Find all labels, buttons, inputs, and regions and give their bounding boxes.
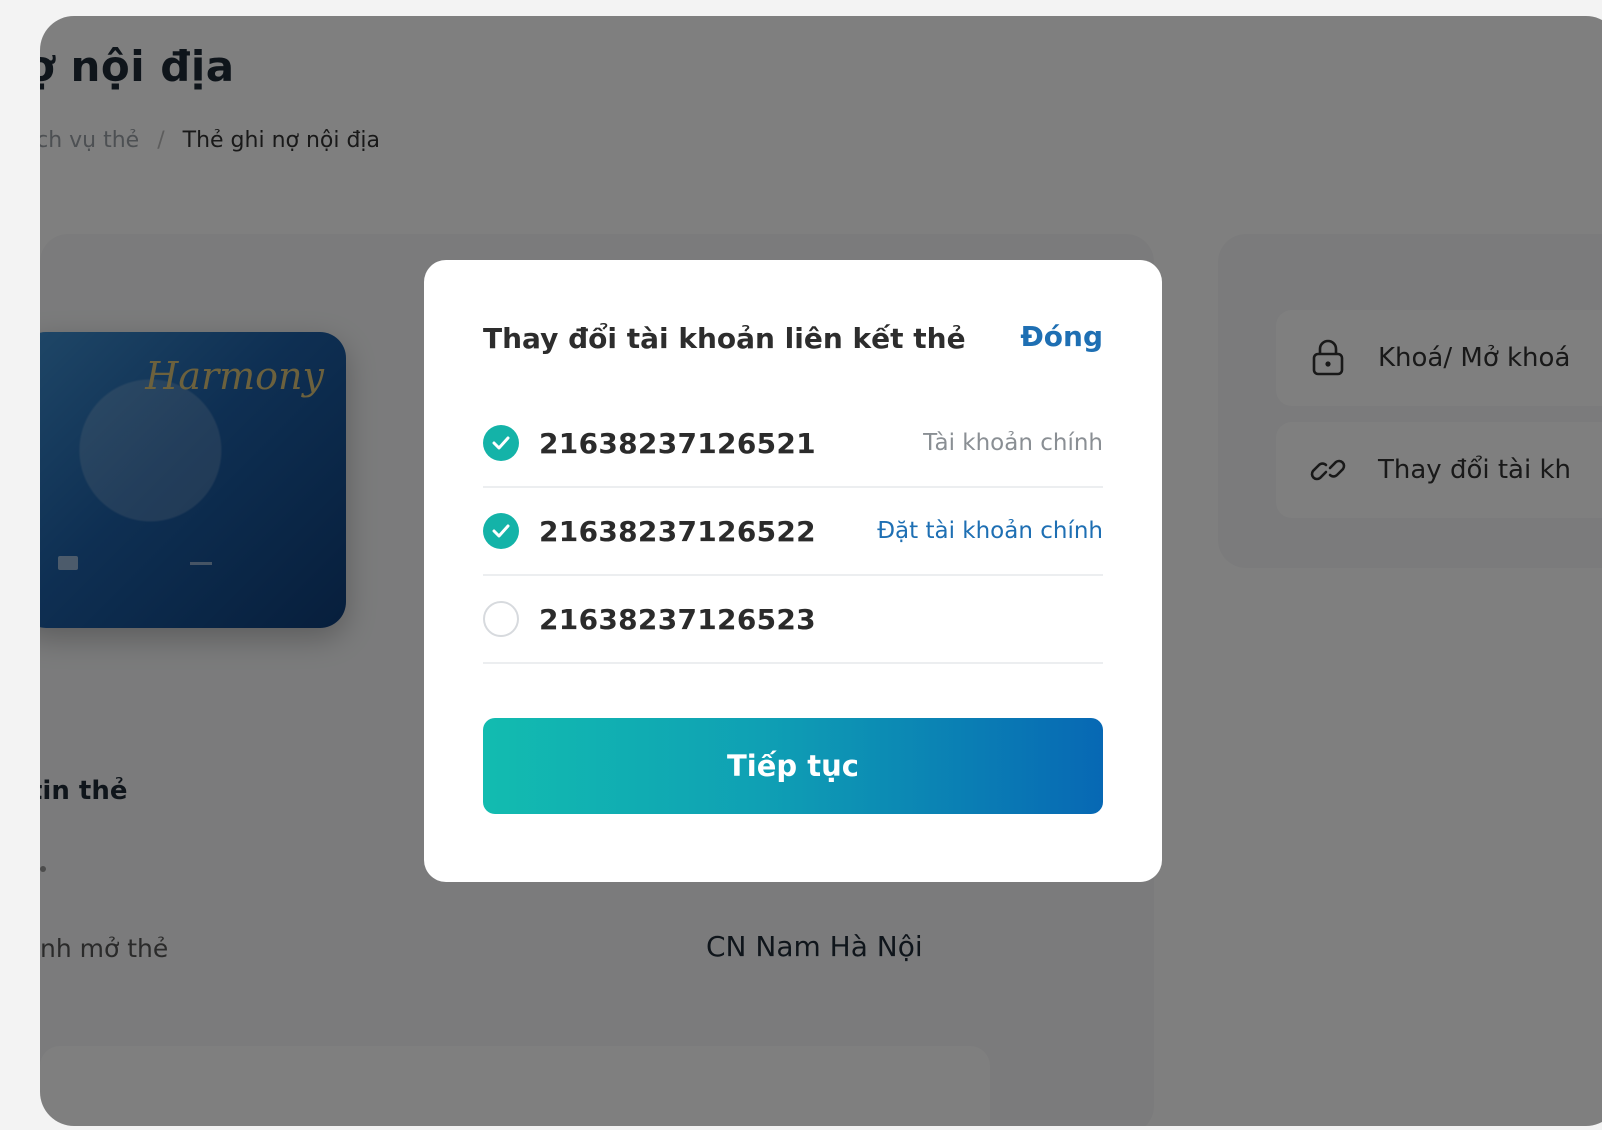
primary-account-badge: Tài khoản chính (923, 430, 1103, 456)
account-number: 21638237126523 (539, 602, 816, 636)
modal-title: Thay đổi tài khoản liên kết thẻ (483, 322, 966, 355)
account-list: 21638237126521 Tài khoản chính 216382371… (483, 400, 1103, 664)
account-row[interactable]: 21638237126522 Đặt tài khoản chính (483, 488, 1103, 576)
continue-button[interactable]: Tiếp tục (483, 718, 1103, 814)
account-number: 21638237126521 (539, 426, 816, 460)
close-button[interactable]: Đóng (1020, 320, 1103, 353)
account-number: 21638237126522 (539, 514, 816, 548)
set-primary-account-link[interactable]: Đặt tài khoản chính (877, 518, 1103, 544)
check-icon[interactable] (483, 425, 519, 461)
account-row[interactable]: 21638237126521 Tài khoản chính (483, 400, 1103, 488)
unchecked-radio-icon[interactable] (483, 601, 519, 637)
account-row[interactable]: 21638237126523 (483, 576, 1103, 664)
change-linked-account-modal: Thay đổi tài khoản liên kết thẻ Đóng 216… (424, 260, 1162, 882)
check-icon[interactable] (483, 513, 519, 549)
